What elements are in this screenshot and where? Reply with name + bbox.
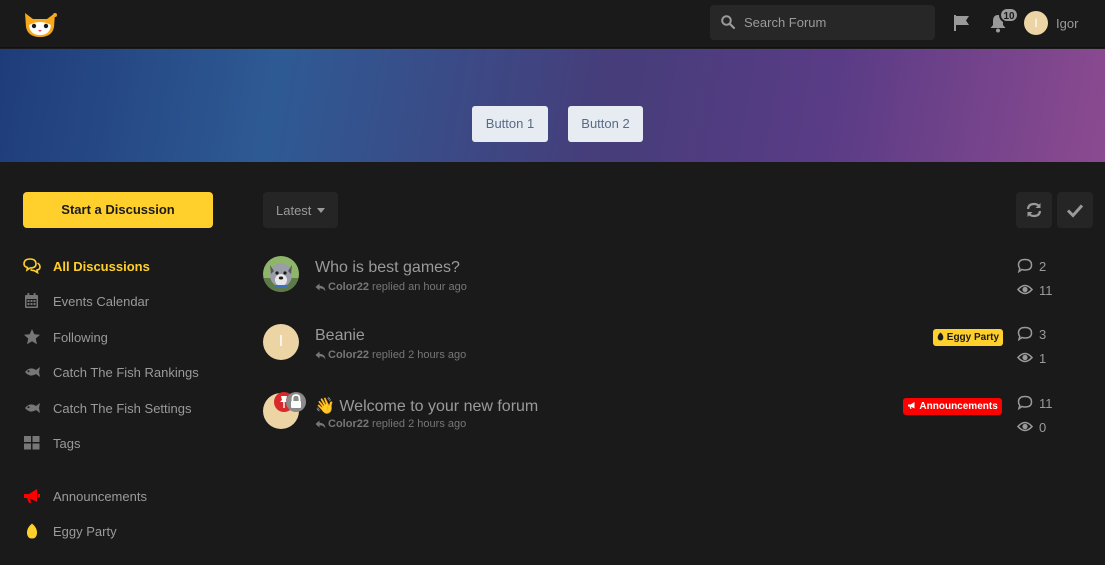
reply-icon: [315, 283, 326, 292]
start-discussion-button[interactable]: Start a Discussion: [23, 192, 213, 228]
sort-label: Latest: [276, 203, 312, 218]
timestamp: 2 hours ago: [408, 418, 467, 430]
timestamp: 2 hours ago: [408, 349, 467, 361]
egg-icon: [937, 332, 944, 341]
discussion-meta: Color22 replied 2 hours ago: [315, 418, 466, 430]
tag-badge-eggy-party[interactable]: Eggy Party: [933, 329, 1004, 346]
eye-icon: [1017, 421, 1033, 432]
sidebar-item-label: Announcements: [53, 489, 147, 504]
author-name[interactable]: Color22: [328, 418, 369, 430]
caret-down-icon: [317, 208, 325, 213]
header: Search Forum 10 I Igor: [0, 0, 1105, 48]
refresh-icon: [1026, 202, 1042, 218]
eye-icon: [1017, 284, 1033, 295]
action-text: replied: [372, 281, 406, 293]
sidebar-item-label: Tags: [53, 436, 81, 451]
sidebar-item-label: Following: [53, 330, 108, 345]
discussion-item[interactable]: Who is best games? Color22 replied an ho…: [263, 256, 1093, 316]
view-count-value: 0: [1039, 420, 1047, 435]
avatar-letter: I: [263, 324, 299, 360]
sidebar-item-catch-the-fish-settings[interactable]: Catch The Fish Settings: [23, 398, 223, 418]
discussion-title[interactable]: 👋 Welcome to your new forum: [315, 396, 538, 416]
calendar-icon: [25, 293, 38, 308]
megaphone-icon: [24, 489, 40, 503]
eye-icon: [1017, 352, 1033, 363]
search-icon: [721, 15, 735, 29]
reply-icon: [315, 351, 326, 360]
forum-logo[interactable]: [22, 9, 58, 39]
sidebar-item-label: Eggy Party: [53, 524, 117, 539]
fish-icon: [25, 367, 40, 377]
sidebar-item-label: Events Calendar: [53, 294, 150, 309]
discussion-title[interactable]: Who is best games?: [315, 259, 460, 277]
star-icon: [24, 329, 40, 345]
sort-dropdown[interactable]: Latest: [263, 192, 338, 228]
sidebar-item-catch-the-fish-rankings[interactable]: Catch The Fish Rankings: [23, 362, 223, 382]
user-avatar[interactable]: I: [1024, 11, 1048, 35]
sidebar-item-events-calendar[interactable]: Events Calendar: [23, 291, 223, 311]
sidebar-item-following[interactable]: Following: [23, 327, 223, 347]
sidebar-item-announcements[interactable]: Announcements: [23, 486, 223, 506]
sidebar-item-eggy-party[interactable]: Eggy Party: [23, 521, 223, 541]
discussion-meta: Color22 replied 2 hours ago: [315, 349, 466, 361]
fish-icon: [25, 403, 40, 413]
view-count-value: 11: [1039, 283, 1053, 298]
sidebar-item-all-discussions[interactable]: All Discussions: [23, 256, 223, 276]
check-icon: [1066, 204, 1084, 218]
author-name[interactable]: Color22: [328, 281, 369, 293]
notification-count-badge: 10: [999, 7, 1019, 23]
user-name[interactable]: Igor: [1056, 16, 1078, 31]
discussion-title[interactable]: Beanie: [315, 327, 365, 345]
sidebar-item-label: All Discussions: [53, 259, 150, 274]
megaphone-icon: [908, 402, 915, 409]
lock-icon: [286, 392, 306, 412]
discussion-item[interactable]: 👋 Welcome to your new forum Color22 repl…: [263, 392, 1093, 453]
hero-button-1[interactable]: Button 1: [472, 106, 548, 142]
comments-icon: [23, 258, 41, 275]
sidebar-item-label: Catch The Fish Rankings: [53, 365, 199, 380]
reply-count-value: 11: [1039, 396, 1053, 411]
tags-grid-icon: [24, 436, 40, 450]
search-placeholder: Search Forum: [744, 15, 827, 30]
discussion-meta: Color22 replied an hour ago: [315, 281, 467, 293]
hero-banner: Button 1 Button 2: [0, 49, 1105, 162]
reply-icon: [315, 420, 326, 429]
action-text: replied: [372, 349, 406, 361]
avatar[interactable]: I: [263, 324, 299, 360]
reply-count-value: 2: [1039, 259, 1047, 274]
avatar[interactable]: [263, 256, 299, 292]
sidebar-item-tags[interactable]: Tags: [23, 433, 223, 453]
search-input[interactable]: Search Forum: [710, 5, 935, 40]
sidebar-item-label: Catch The Fish Settings: [53, 401, 192, 416]
hero-button-2[interactable]: Button 2: [568, 106, 643, 142]
tag-label: Announcements: [919, 401, 998, 412]
flag-icon[interactable]: [953, 14, 971, 32]
egg-icon: [26, 523, 38, 539]
reply-count-value: 3: [1039, 327, 1047, 342]
view-count-value: 1: [1039, 351, 1047, 366]
discussion-item[interactable]: I Beanie Color22 replied 2 hours ago Egg…: [263, 324, 1093, 384]
mark-all-read-button[interactable]: [1057, 192, 1093, 228]
comment-icon: [1017, 395, 1033, 410]
tag-label: Eggy Party: [946, 332, 1000, 343]
author-name[interactable]: Color22: [328, 349, 369, 361]
comment-icon: [1017, 258, 1033, 273]
tag-badge-announcements[interactable]: Announcements: [903, 398, 1002, 415]
refresh-button[interactable]: [1016, 192, 1052, 228]
action-text: replied: [372, 418, 406, 430]
timestamp: an hour ago: [408, 281, 467, 293]
comment-icon: [1017, 326, 1033, 341]
